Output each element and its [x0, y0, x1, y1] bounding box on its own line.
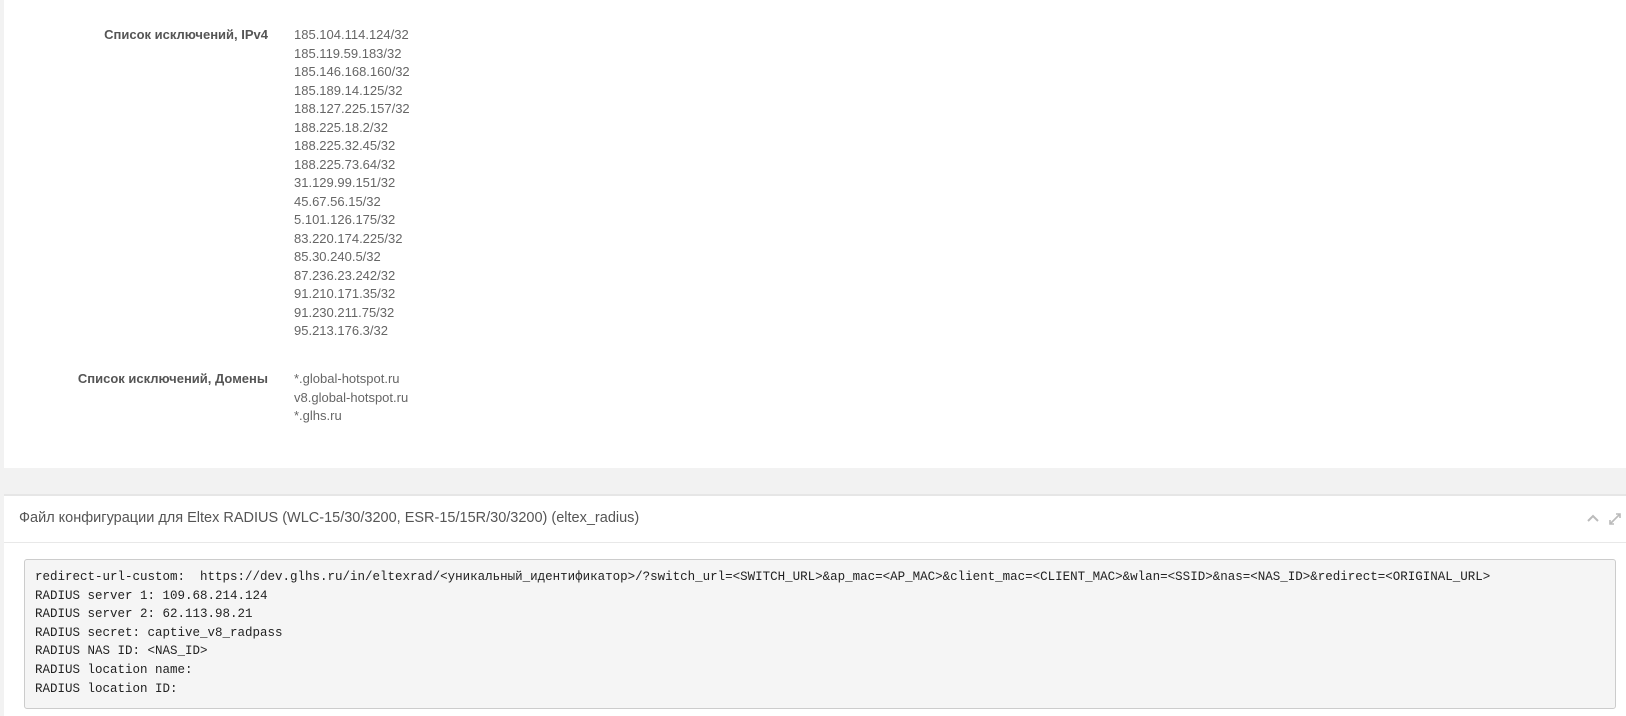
- ipv4-exclusion-item: 188.225.32.45/32: [294, 138, 396, 153]
- ipv4-exclusion-item: 91.210.171.35/32: [294, 286, 396, 301]
- config-line: RADIUS location name:: [35, 662, 193, 677]
- ipv4-exclusion-item: 45.67.56.15/32: [294, 193, 381, 209]
- domain-exclusion-item: *.glhs.ru: [294, 408, 342, 423]
- ipv4-exclusion-item: 185.104.114.124/32: [294, 27, 409, 42]
- config-panel-header: Файл конфигурации для Eltex RADIUS (WLC-…: [4, 496, 1626, 543]
- config-panel-title: Файл конфигурации для Eltex RADIUS (WLC-…: [19, 510, 640, 526]
- ipv4-exclusion-item: 83.220.174.225/32: [294, 230, 403, 246]
- config-code-block[interactable]: redirect-url-custom: https://dev.glhs.ru…: [24, 559, 1616, 709]
- ipv4-exclusions-label: Список исключений, IPv4: [104, 27, 268, 42]
- config-line: RADIUS server 1: 109.68.214.124: [35, 588, 268, 603]
- ipv4-exclusion-item: 91.230.211.75/32: [294, 304, 395, 320]
- exclusions-panel: Список исключений, IPv4 185.104.114.124/…: [4, 0, 1626, 468]
- ipv4-exclusion-item: 95.213.176.3/32: [294, 323, 388, 338]
- ipv4-exclusion-item: 87.236.23.242/32: [294, 267, 396, 283]
- ipv4-exclusions-list: 185.104.114.124/32 185.119.59.183/32 185.1…: [294, 26, 410, 341]
- ipv4-exclusion-item: 188.225.18.2/32: [294, 119, 388, 135]
- ipv4-exclusion-item: 188.225.73.64/32: [294, 156, 396, 172]
- config-line: redirect-url-custom: https://dev.glhs.ru…: [35, 570, 1491, 584]
- expand-icon[interactable]: [1608, 512, 1622, 526]
- domain-exclusion-item: *.global-hotspot.ru: [294, 371, 400, 386]
- ipv4-exclusion-item: 85.30.240.5/32: [294, 249, 381, 264]
- ipv4-exclusion-item: 31.129.99.151/32: [294, 175, 396, 190]
- ipv4-exclusion-item: 188.127.225.157/32: [294, 101, 410, 116]
- ipv4-exclusion-item: 5.101.126.175/32: [294, 212, 396, 227]
- ipv4-exclusion-item: 185.146.168.160/32: [294, 64, 410, 79]
- config-line: RADIUS secret: captive_v8_radpass: [35, 625, 283, 640]
- ipv4-exclusion-item: 185.119.59.183/32: [294, 45, 402, 61]
- config-file-panel: Файл конфигурации для Eltex RADIUS (WLC-…: [4, 494, 1626, 716]
- domain-exclusions-label: Список исключений, Домены: [77, 371, 268, 386]
- ipv4-exclusion-item: 185.189.14.125/32: [294, 82, 403, 98]
- chevron-up-icon[interactable]: [1586, 512, 1600, 526]
- config-line: RADIUS NAS ID: <NAS_ID>: [35, 644, 208, 659]
- domain-exclusions-list: *.global-hotspot.ru v8.global-hotspot.ru *…: [294, 370, 408, 426]
- config-line: RADIUS location ID:: [35, 681, 178, 696]
- domain-exclusion-item: v8.global-hotspot.ru: [294, 389, 409, 405]
- config-line: RADIUS server 2: 62.113.98.21: [35, 607, 253, 622]
- panel-controls: [1586, 512, 1622, 526]
